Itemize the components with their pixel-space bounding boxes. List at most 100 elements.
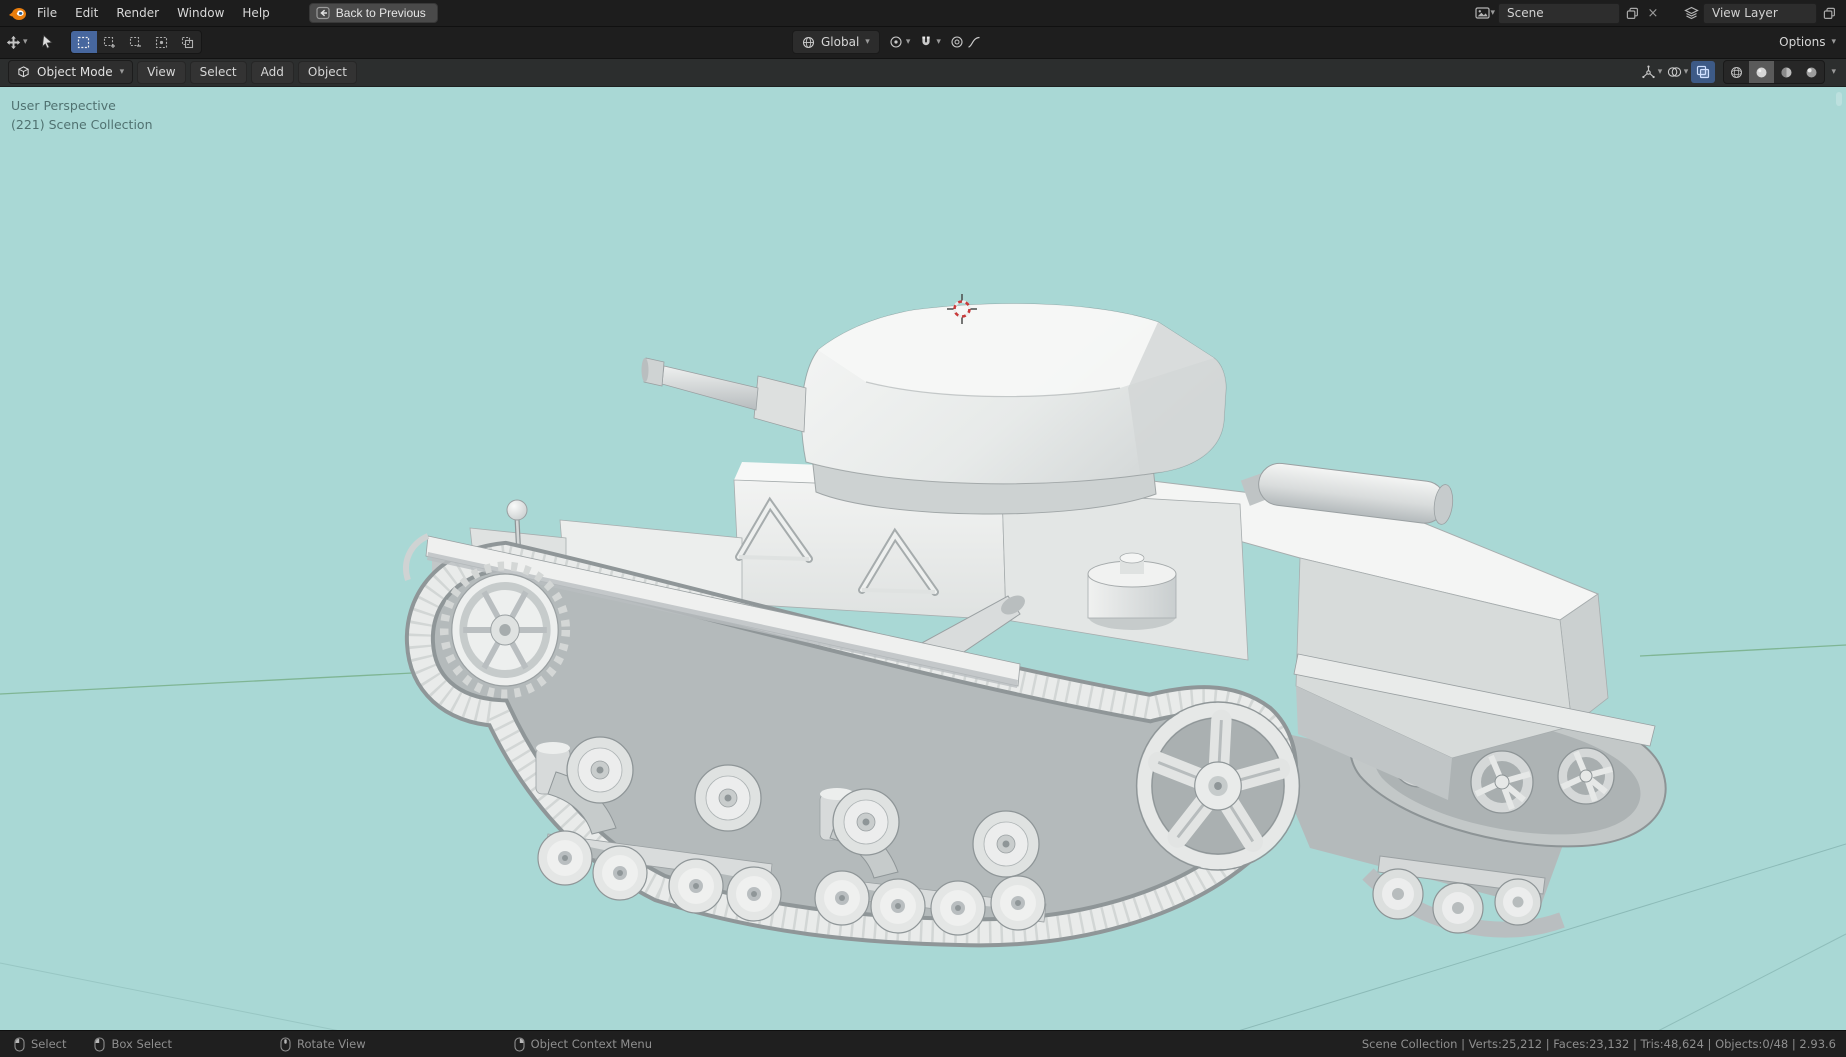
select-box-subtract-icon [129, 36, 142, 47]
main-menus: File Edit Render Window Help [28, 1, 279, 26]
chevron-down-icon: ▾ [905, 36, 911, 47]
copy-icon [1823, 7, 1835, 19]
viewport-menu-add[interactable]: Add [250, 60, 294, 84]
status-hint-label: Select [31, 1037, 67, 1051]
mode-dropdown[interactable]: Object Mode ▾ [8, 60, 134, 84]
scene-name-field[interactable]: Scene [1498, 2, 1620, 24]
object-mode-icon [18, 66, 29, 78]
viewport-menu-select[interactable]: Select [189, 60, 247, 84]
proportional-editing-controls[interactable] [950, 35, 981, 49]
blender-logo-glyph [8, 7, 26, 20]
cursor-tool-icon [41, 34, 53, 49]
chevron-down-icon: ▾ [936, 36, 941, 47]
chevron-down-icon: ▾ [1831, 36, 1836, 47]
chevron-down-icon: ▾ [1490, 7, 1495, 18]
falloff-curve-icon [968, 36, 980, 48]
menu-edit[interactable]: Edit [66, 1, 107, 26]
status-hint-label: Object Context Menu [530, 1037, 652, 1051]
tank-turret[interactable] [641, 303, 1227, 515]
chevron-down-icon: ▾ [23, 36, 28, 47]
mouse-left-icon [14, 1036, 25, 1052]
back-to-previous-button[interactable]: Back to Previous [308, 3, 438, 23]
viewport-canvas[interactable] [0, 58, 1846, 1031]
transform-orientation-label: Global [821, 35, 860, 49]
orientation-globe-icon [802, 36, 815, 48]
snap-toggle-and-dropdown[interactable]: ▾ [919, 35, 941, 49]
options-label: Options [1779, 35, 1826, 49]
shading-rendered-button[interactable] [1799, 61, 1824, 83]
unlink-icon: × [1647, 5, 1659, 21]
blender-window: { "topbar": { "menus": ["File", "Edit", … [0, 0, 1846, 1057]
shading-material-button[interactable] [1774, 61, 1799, 83]
shading-solid-icon [1756, 67, 1767, 77]
mode-label: Object Mode [37, 65, 113, 79]
mouse-middle-icon [280, 1036, 291, 1052]
active-tool-button[interactable] [36, 30, 60, 54]
active-collection-text: (221) Scene Collection [11, 117, 153, 132]
pivot-icon [890, 36, 902, 48]
status-hint-context-menu: Object Context Menu [514, 1036, 652, 1052]
view-layer-browse-button[interactable] [1682, 4, 1700, 23]
show-gizmo-dropdown[interactable]: ▾ [1639, 61, 1663, 83]
chevron-down-icon: ▾ [865, 36, 870, 47]
menu-render[interactable]: Render [107, 1, 168, 26]
scene-new-button[interactable] [1623, 4, 1641, 23]
viewport-menu-view[interactable]: View [137, 60, 186, 84]
copy-icon [1626, 7, 1638, 19]
select-mode-subtract-button[interactable] [123, 31, 149, 53]
view-layer-icon [1683, 6, 1699, 20]
editor-type-icon [6, 35, 21, 49]
mouse-left-drag-icon [94, 1036, 106, 1052]
shading-wireframe-button[interactable] [1724, 61, 1749, 83]
viewport-menu-object[interactable]: Object [297, 60, 357, 84]
viewport-header-right: ▾ ▾ ▾ [1639, 60, 1846, 84]
scene-icon [1475, 7, 1491, 19]
back-arrow-icon [316, 6, 330, 20]
select-mode-extend-button[interactable] [97, 31, 123, 53]
blender-logo[interactable] [6, 4, 28, 22]
chevron-down-icon: ▾ [1657, 66, 1663, 77]
chevron-down-icon: ▾ [1683, 66, 1689, 77]
status-hint-select: Select [14, 1036, 67, 1052]
editor-type-selector[interactable]: ▾ [6, 35, 28, 50]
status-hint-box-select: Box Select [94, 1036, 172, 1052]
scene-browse-button[interactable]: ▾ [1475, 4, 1495, 23]
topbar: File Edit Render Window Help Back to Pre… [0, 0, 1846, 27]
view-layer-name-field[interactable]: View Layer [1703, 2, 1817, 24]
transform-orientation-dropdown[interactable]: Global ▾ [792, 30, 880, 54]
scene-unlink-button[interactable]: × [1644, 4, 1662, 23]
tank-model[interactable] [403, 303, 1667, 948]
menu-help[interactable]: Help [233, 1, 278, 26]
transform-cluster: Global ▾ ▾ ▾ [792, 30, 981, 54]
menu-window[interactable]: Window [168, 1, 233, 26]
view-layer-new-button[interactable] [1820, 4, 1838, 23]
viewport-3d[interactable]: Object Mode ▾ View Select Add Object ▾ ▾… [0, 58, 1846, 1031]
viewport-header: Object Mode ▾ View Select Add Object ▾ ▾… [0, 58, 1846, 87]
shading-dropdown-caret[interactable]: ▾ [1831, 67, 1836, 77]
chevron-down-icon: ▾ [119, 66, 125, 77]
shading-mode-group [1723, 60, 1826, 84]
scene-statistics: Scene Collection | Verts:25,212 | Faces:… [1361, 1037, 1836, 1051]
xray-icon [1697, 65, 1710, 79]
show-overlays-dropdown[interactable]: ▾ [1665, 61, 1689, 83]
select-box-invert-icon [155, 36, 168, 48]
status-hint-rotate-view: Rotate View [280, 1036, 366, 1052]
select-mode-intersect-button[interactable] [175, 31, 201, 53]
options-dropdown[interactable]: Options ▾ [1779, 35, 1836, 49]
tool-settings-bar: ▾ Global ▾ ▾ ▾ Options ▾ [0, 26, 1846, 59]
select-mode-group [69, 30, 202, 54]
xray-toggle-button[interactable] [1691, 61, 1716, 83]
menu-file[interactable]: File [28, 1, 66, 26]
region-corner-widget[interactable] [1836, 92, 1842, 106]
select-box-extend-icon [103, 36, 116, 48]
pivot-point-dropdown[interactable]: ▾ [889, 35, 911, 49]
select-box-icon [77, 36, 90, 48]
shading-solid-button[interactable] [1749, 61, 1775, 83]
viewport-info-overlay: User Perspective (221) Scene Collection [11, 96, 153, 134]
statusbar: Select Box Select Rotate View Object Con… [0, 1030, 1846, 1057]
select-mode-new-button[interactable] [70, 31, 97, 53]
status-hint-label: Box Select [111, 1037, 172, 1051]
shading-rendered-icon [1806, 67, 1817, 77]
shading-wireframe-icon [1731, 66, 1743, 78]
select-mode-invert-button[interactable] [149, 31, 175, 53]
